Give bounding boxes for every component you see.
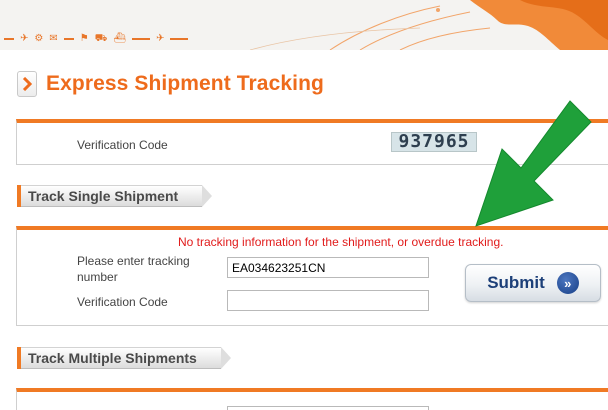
tab-label: Track Single Shipment	[28, 188, 179, 204]
banner-line-decor	[132, 38, 151, 40]
annotation-arrow-icon	[475, 100, 592, 227]
chevron-right-icon	[17, 71, 37, 97]
verification-label: Verification Code	[77, 138, 168, 152]
tracking-number-input[interactable]	[227, 257, 429, 278]
flag-icon: ⚑	[79, 33, 89, 44]
tracking-number-label: Please enter tracking number	[77, 254, 190, 284]
header-banner: ✈ ⚙ ✉ ⚑ ⛟ ⛴ ✈	[0, 0, 608, 50]
tab-track-multiple-shipments[interactable]: Track Multiple Shipments	[17, 347, 231, 369]
banner-line-decor	[170, 38, 189, 40]
verification-code-input[interactable]	[227, 290, 429, 311]
banner-line-decor	[4, 38, 14, 40]
mail-icon: ✉	[49, 33, 58, 44]
multiple-shipment-form	[16, 388, 608, 410]
truck-icon: ⛟	[94, 33, 108, 44]
ship-icon: ⛴	[113, 33, 127, 44]
plane-icon: ✈	[20, 33, 29, 44]
gear-icon: ⚙	[34, 33, 44, 44]
tab-track-single-shipment[interactable]: Track Single Shipment	[17, 185, 213, 207]
submit-button[interactable]: Submit »	[465, 264, 601, 302]
banner-line-decor	[63, 38, 74, 40]
banner-icon-strip: ✈ ⚙ ✉ ⚑ ⛟ ⛴ ✈	[4, 33, 189, 45]
multiple-tracking-input[interactable]	[227, 406, 429, 410]
submit-label: Submit	[487, 273, 545, 292]
tab-label: Track Multiple Shipments	[28, 350, 197, 366]
plane-icon: ✈	[156, 33, 165, 44]
page-title: Express Shipment Tracking	[46, 72, 324, 95]
page-header: Express Shipment Tracking	[17, 70, 324, 98]
tab-body: Track Multiple Shipments	[21, 347, 231, 369]
error-message: No tracking information for the shipment…	[178, 235, 504, 249]
tab-body: Track Single Shipment	[21, 185, 213, 207]
verification-code-label: Verification Code	[77, 295, 168, 309]
single-shipment-form: No tracking information for the shipment…	[16, 226, 608, 326]
double-chevron-right-icon: »	[556, 272, 579, 294]
